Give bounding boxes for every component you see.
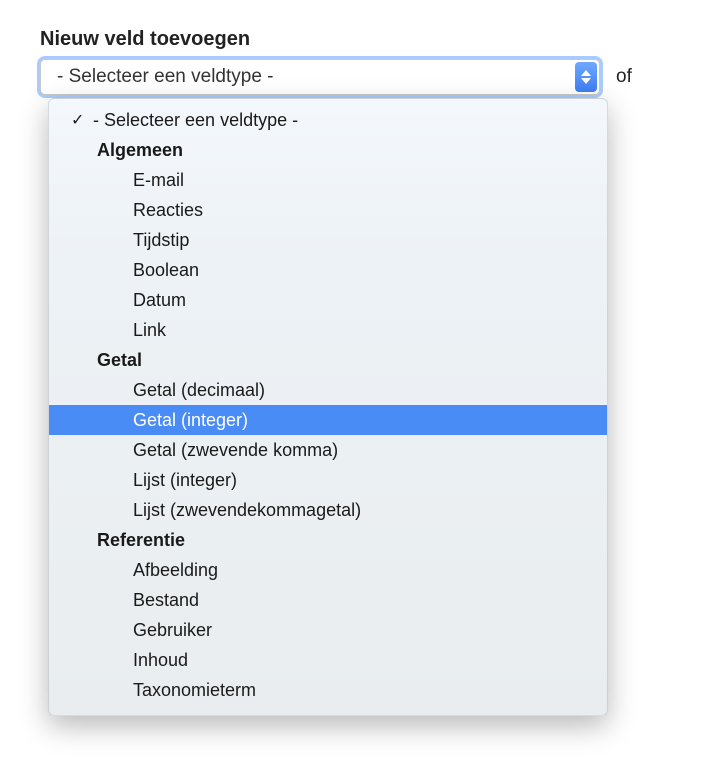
dropdown-option-gebruiker[interactable]: Gebruiker: [49, 615, 607, 645]
dropdown-option-tijdstip[interactable]: Tijdstip: [49, 225, 607, 255]
dropdown-option-lijst-integer[interactable]: Lijst (integer): [49, 465, 607, 495]
select-row: - Selecteer een veldtype - of: [40, 59, 664, 95]
dropdown-option-link[interactable]: Link: [49, 315, 607, 345]
dropdown-option-lijst-zwevendekommagetal[interactable]: Lijst (zwevendekommagetal): [49, 495, 607, 525]
field-type-select[interactable]: - Selecteer een veldtype -: [40, 59, 600, 95]
dropdown-option-inhoud[interactable]: Inhoud: [49, 645, 607, 675]
dropdown-option-boolean[interactable]: Boolean: [49, 255, 607, 285]
dropdown-option-bestand[interactable]: Bestand: [49, 585, 607, 615]
dropdown-group-getal: Getal: [49, 345, 607, 375]
field-type-dropdown: ✓ - Selecteer een veldtype - Algemeen E-…: [48, 98, 608, 716]
dropdown-option-placeholder[interactable]: ✓ - Selecteer een veldtype -: [49, 105, 607, 135]
dropdown-option-afbeelding[interactable]: Afbeelding: [49, 555, 607, 585]
dropdown-option-label: - Selecteer een veldtype -: [93, 110, 298, 131]
or-label: of: [616, 66, 632, 88]
dropdown-option-getal-zwevende-komma[interactable]: Getal (zwevende komma): [49, 435, 607, 465]
select-arrows-icon: [575, 62, 597, 92]
dropdown-option-email[interactable]: E-mail: [49, 165, 607, 195]
dropdown-group-referentie: Referentie: [49, 525, 607, 555]
dropdown-option-getal-integer[interactable]: Getal (integer): [49, 405, 607, 435]
page-title: Nieuw veld toevoegen: [40, 28, 664, 51]
select-current-value: - Selecteer een veldtype -: [57, 66, 274, 88]
check-icon: ✓: [71, 110, 93, 130]
dropdown-option-taxonomieterm[interactable]: Taxonomieterm: [49, 675, 607, 705]
dropdown-option-reacties[interactable]: Reacties: [49, 195, 607, 225]
dropdown-option-datum[interactable]: Datum: [49, 285, 607, 315]
dropdown-group-algemeen: Algemeen: [49, 135, 607, 165]
dropdown-option-getal-decimaal[interactable]: Getal (decimaal): [49, 375, 607, 405]
